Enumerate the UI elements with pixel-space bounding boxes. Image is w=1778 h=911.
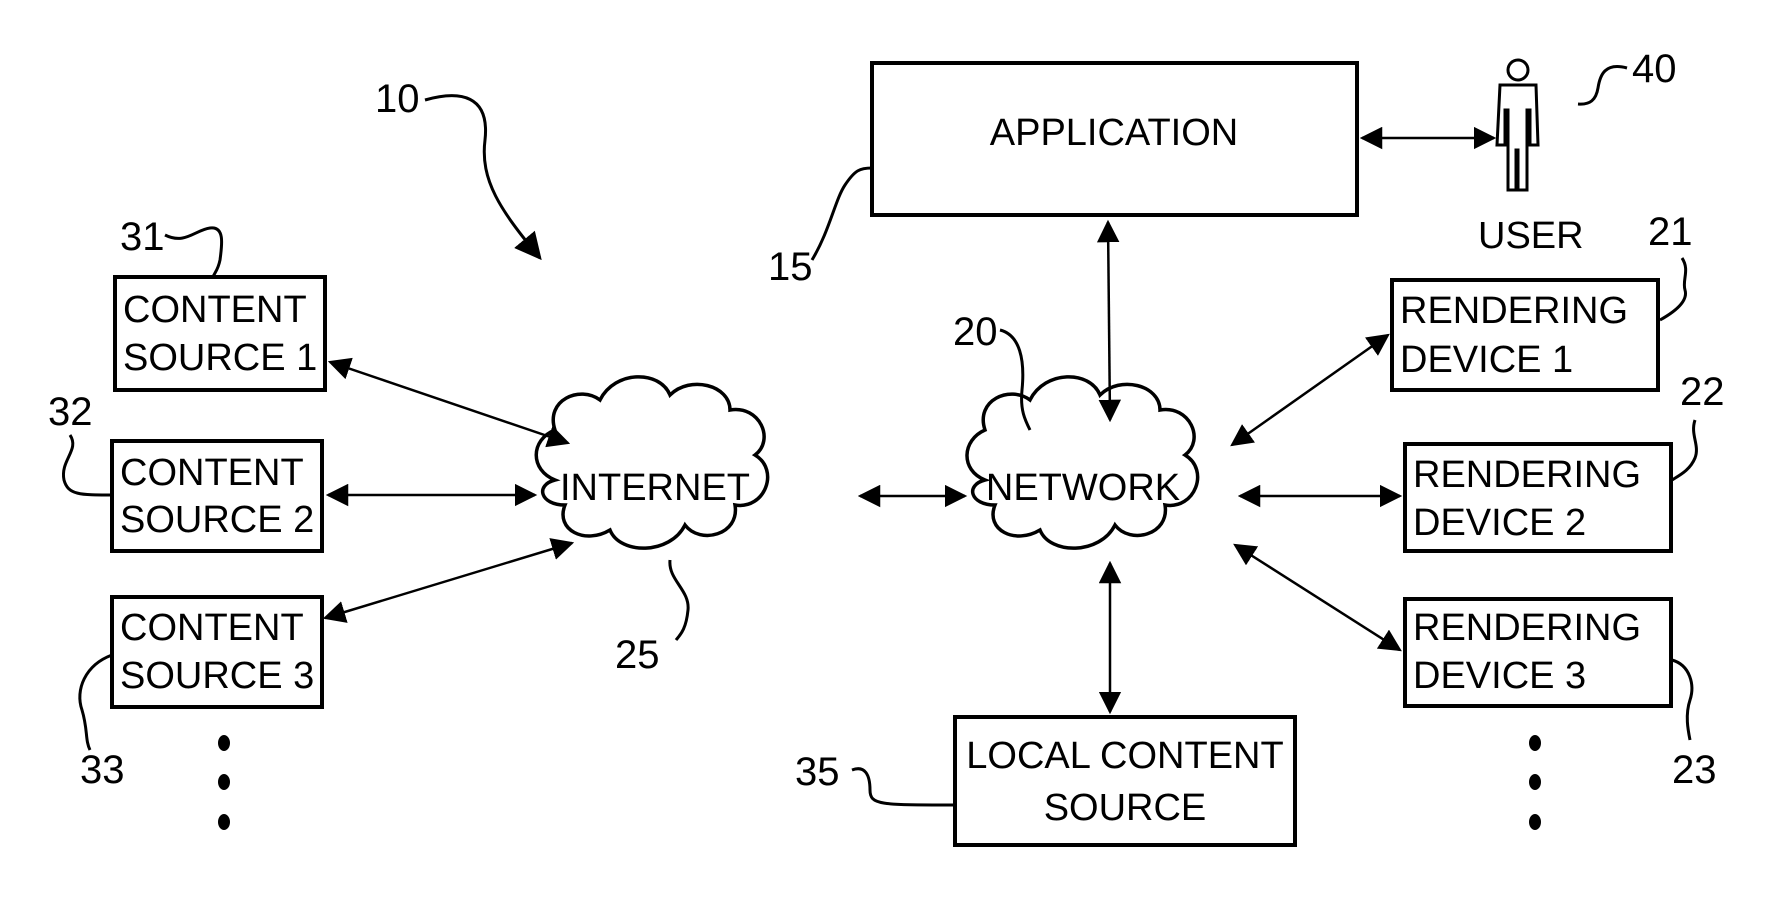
rendering-device-1-ref: 21 (1648, 210, 1693, 254)
rendering-device-3-leader (1671, 658, 1694, 741)
rendering-device-3-ref: 23 (1672, 748, 1717, 792)
user-label: USER (1478, 215, 1584, 257)
content-source-3-ref: 33 (80, 748, 125, 792)
content-source-2-line1: CONTENT (120, 452, 304, 494)
rendering-device-1-line2: DEVICE 1 (1400, 339, 1573, 381)
rendering-device-1-line1: RENDERING (1400, 290, 1628, 332)
content-source-2-leader (62, 434, 113, 497)
internet-cloud (534, 375, 770, 550)
network-ref: 20 (953, 310, 998, 354)
rendering-device-3-line2: DEVICE 3 (1413, 655, 1586, 697)
content-source-2-line2: SOURCE 2 (120, 499, 314, 541)
content-source-1-internet-link (327, 357, 571, 448)
rendering-device-2: RENDERING DEVICE 2 (1403, 442, 1673, 553)
content-source-3-line1: CONTENT (120, 607, 304, 649)
figure-ref-arrow (424, 94, 542, 261)
rendering-device-3-line1: RENDERING (1413, 607, 1641, 649)
network-cloud (965, 375, 1200, 550)
rendering-device-3: RENDERING DEVICE 3 (1403, 597, 1673, 708)
rendering-device-2-ref: 22 (1680, 370, 1725, 414)
user-ref: 40 (1632, 47, 1677, 91)
internet-leader (668, 559, 690, 641)
content-source-3-internet-link (322, 538, 575, 623)
rendering-device-1-leader (1659, 257, 1688, 322)
content-source-1-line2: SOURCE 1 (123, 337, 317, 379)
content-sources-ellipsis (218, 735, 230, 830)
network-rendering-device-1-link (1230, 333, 1390, 447)
network-rendering-device-3-link (1233, 543, 1402, 652)
application-ref: 15 (768, 245, 813, 289)
content-source-1-leader (164, 226, 224, 278)
content-source-3: CONTENT SOURCE 3 (110, 595, 324, 709)
local-content-source-leader (851, 767, 956, 807)
internet-ref: 25 (615, 633, 660, 677)
rendering-device-2-leader (1671, 419, 1698, 482)
content-source-3-line2: SOURCE 3 (120, 655, 314, 697)
local-content-source-line1: LOCAL CONTENT (966, 735, 1283, 777)
content-source-1: CONTENT SOURCE 1 (113, 275, 327, 392)
figure-ref: 10 (375, 77, 420, 121)
application-label: APPLICATION (990, 112, 1238, 154)
local-content-source-line2: SOURCE (1044, 787, 1207, 829)
rendering-device-2-line1: RENDERING (1413, 454, 1641, 496)
content-source-3-leader (78, 653, 113, 751)
user-leader (1577, 65, 1628, 106)
rendering-device-1: RENDERING DEVICE 1 (1390, 278, 1660, 392)
application-leader (810, 166, 873, 261)
local-content-source-ref: 35 (795, 750, 840, 794)
internet-label: INTERNET (560, 467, 750, 509)
content-source-1-ref: 31 (120, 215, 165, 259)
rendering-devices-ellipsis (1529, 735, 1541, 830)
rendering-device-2-line2: DEVICE 2 (1413, 502, 1586, 544)
user-icon (1495, 58, 1540, 192)
content-source-2: CONTENT SOURCE 2 (110, 439, 324, 553)
content-source-1-line1: CONTENT (123, 289, 307, 331)
network-label: NETWORK (986, 467, 1180, 509)
local-content-source: LOCAL CONTENT SOURCE (953, 715, 1297, 847)
system-diagram: 10 APPLICATION 15 USER 40 INTERNET 25 NE… (48, 47, 1725, 847)
content-source-2-ref: 32 (48, 390, 93, 434)
